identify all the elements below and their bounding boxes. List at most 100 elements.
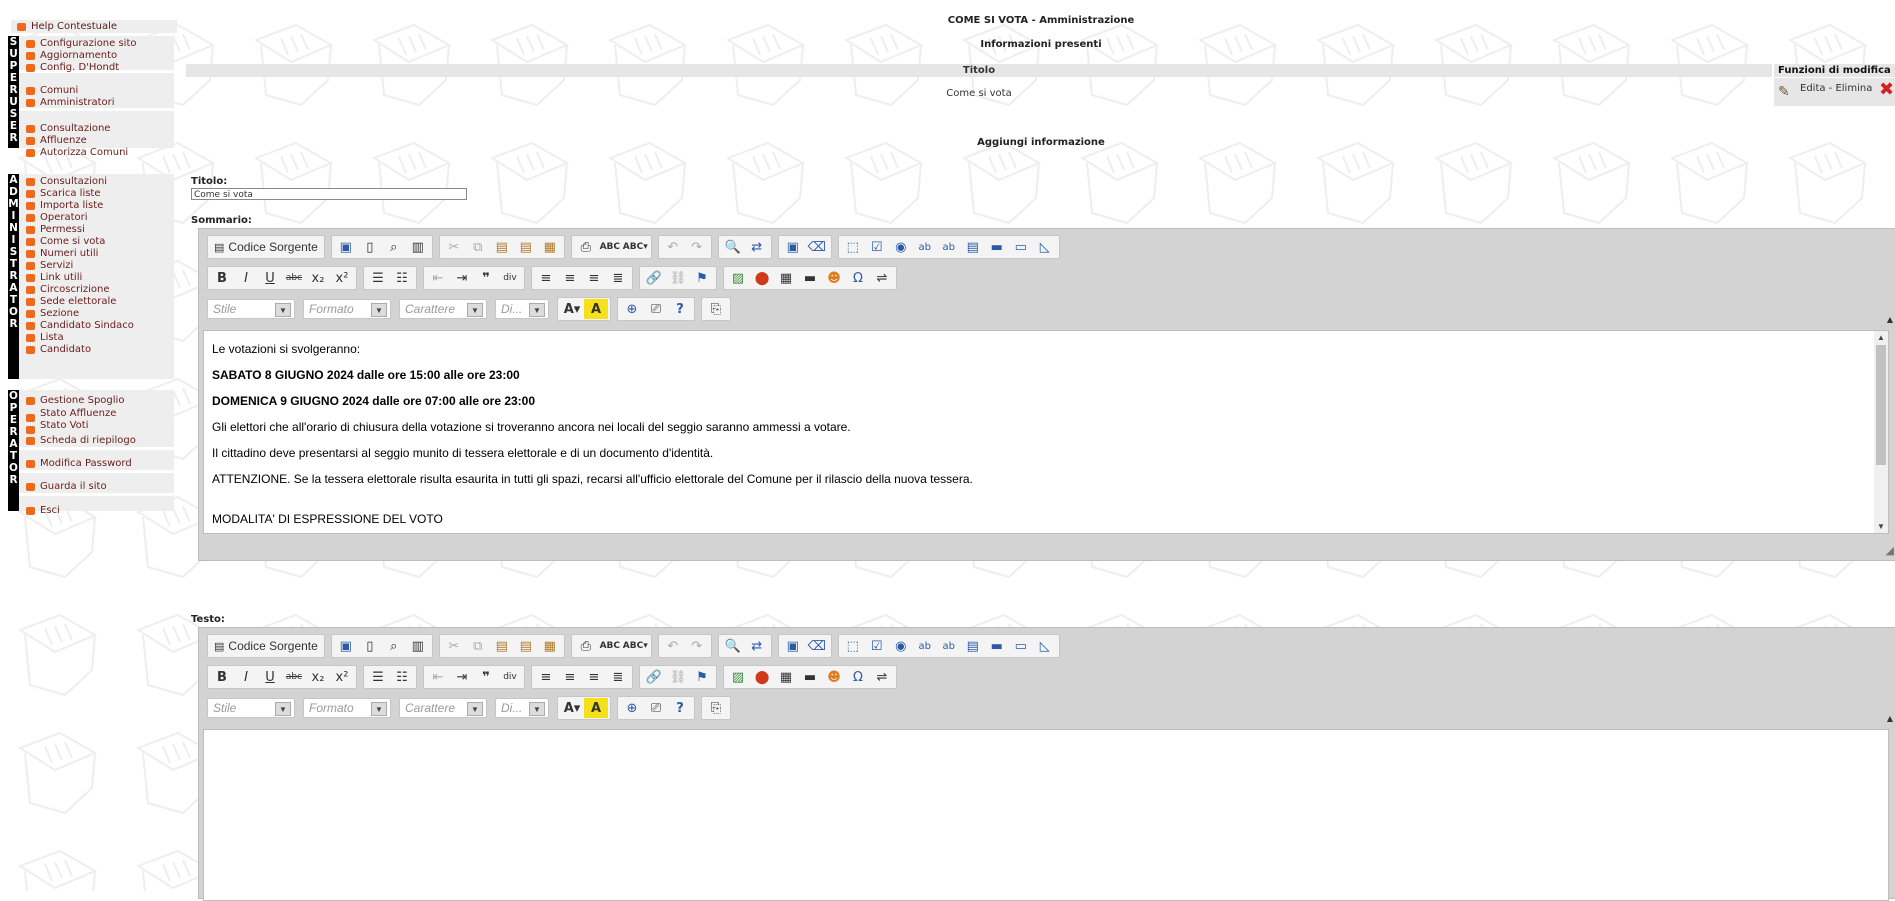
image-icon[interactable]: ▨ xyxy=(726,268,750,288)
sidebar-item-candidato[interactable]: Candidato xyxy=(26,344,91,356)
bg-color-icon[interactable]: A xyxy=(584,299,608,319)
sidebar-item-lista[interactable]: Lista xyxy=(26,332,64,344)
unlink-icon[interactable]: ⛓ xyxy=(666,667,690,687)
show-blocks-icon[interactable]: ⎚ xyxy=(644,299,668,319)
print-icon[interactable]: ⎙ xyxy=(574,636,598,656)
checkbox-icon[interactable]: ☑ xyxy=(865,237,889,257)
align-left-icon[interactable]: ≡ xyxy=(534,268,558,288)
select-all-icon[interactable]: ▣ xyxy=(781,237,805,257)
paste-icon[interactable]: ▤ xyxy=(490,636,514,656)
radio-icon[interactable]: ◉ xyxy=(889,636,913,656)
size-combo[interactable]: Di... ▼ xyxy=(495,299,549,319)
sidebar-item-config-dhondt[interactable]: Config. D'Hondt xyxy=(26,62,119,74)
new-page-icon[interactable]: ▯ xyxy=(358,636,382,656)
radio-icon[interactable]: ◉ xyxy=(889,237,913,257)
indent-icon[interactable]: ⇥ xyxy=(450,667,474,687)
style-combo[interactable]: Stile ▼ xyxy=(207,299,295,319)
sidebar-item-esci[interactable]: Esci xyxy=(26,505,60,517)
link-icon[interactable]: 🔗 xyxy=(642,268,666,288)
align-right-icon[interactable]: ≡ xyxy=(582,268,606,288)
outdent-icon[interactable]: ⇤ xyxy=(426,667,450,687)
image-button-icon[interactable]: ▭ xyxy=(1009,237,1033,257)
hidden-field-icon[interactable]: ◺ xyxy=(1033,636,1057,656)
blockquote-icon[interactable]: ❞ xyxy=(474,667,498,687)
sidebar-item-gestione-spoglio[interactable]: Gestione Spoglio xyxy=(26,395,124,407)
size-combo[interactable]: Di... ▼ xyxy=(495,698,549,718)
sidebar-item-link-utili[interactable]: Link utili xyxy=(26,272,82,284)
align-center-icon[interactable]: ≡ xyxy=(558,268,582,288)
horizontal-rule-icon[interactable]: ▬ xyxy=(798,667,822,687)
div-icon[interactable]: div xyxy=(498,667,522,687)
bg-color-icon[interactable]: A xyxy=(584,698,608,718)
preview-icon[interactable]: ⌕ xyxy=(382,237,406,257)
paste-icon[interactable]: ▤ xyxy=(490,237,514,257)
toolbar-collapse-icon[interactable]: ▲ xyxy=(1887,315,1893,324)
edit-delete-link[interactable]: Edita - Elimina xyxy=(1800,83,1872,94)
numbered-list-icon[interactable]: ☰ xyxy=(366,268,390,288)
sidebar-item-guarda-il-sito[interactable]: Guarda il sito xyxy=(26,481,107,493)
remove-format-icon[interactable]: ⌫ xyxy=(805,237,829,257)
unlink-icon[interactable]: ⛓ xyxy=(666,268,690,288)
flash-icon[interactable]: ⬤ xyxy=(750,268,774,288)
sidebar-item-operatori[interactable]: Operatori xyxy=(26,212,88,224)
redo-icon[interactable]: ↷ xyxy=(685,636,709,656)
horizontal-rule-icon[interactable]: ▬ xyxy=(798,268,822,288)
save-icon[interactable]: ▣ xyxy=(334,636,358,656)
button-icon[interactable]: ▬ xyxy=(985,636,1009,656)
resize-handle-icon[interactable]: ◢ xyxy=(1886,544,1894,557)
select-field-icon[interactable]: ▤ xyxy=(961,237,985,257)
save-icon[interactable]: ▣ xyxy=(334,237,358,257)
about-icon[interactable]: ? xyxy=(668,299,692,319)
sidebar-item-amministratori[interactable]: Amministratori xyxy=(26,97,115,109)
sidebar-item-configurazione-sito[interactable]: Configurazione sito xyxy=(26,38,137,50)
editor-scrollbar[interactable]: ▲ ▼ xyxy=(1874,331,1888,533)
textfield-icon[interactable]: ab xyxy=(913,636,937,656)
scayt-icon[interactable]: ABC▾ xyxy=(622,237,649,257)
paste-word-icon[interactable]: ▦ xyxy=(538,636,562,656)
sidebar-item-circoscrizione[interactable]: Circoscrizione xyxy=(26,284,110,296)
templates-icon[interactable]: ▥ xyxy=(406,237,430,257)
sidebar-item-scheda-riepilogo[interactable]: Scheda di riepilogo xyxy=(26,435,136,447)
sidebar-help-link[interactable]: Help Contestuale xyxy=(11,20,177,33)
subscript-button[interactable]: x₂ xyxy=(306,268,330,288)
title-input[interactable]: Come si vota xyxy=(191,188,467,200)
sidebar-item-servizi[interactable]: Servizi xyxy=(26,260,73,272)
copy-icon[interactable]: ⧉ xyxy=(466,237,490,257)
checkbox-icon[interactable]: ☑ xyxy=(865,636,889,656)
summary-editor-content[interactable]: Le votazioni si svolgeranno: SABATO 8 GI… xyxy=(203,330,1889,534)
remove-format-icon[interactable]: ⌫ xyxy=(805,636,829,656)
spellcheck-icon[interactable]: ABC xyxy=(598,636,622,656)
sidebar-item-stato-affluenze[interactable]: Stato Affluenze xyxy=(26,408,116,422)
select-field-icon[interactable]: ▤ xyxy=(961,636,985,656)
text-color-icon[interactable]: A▾ xyxy=(560,698,584,718)
source-code-button[interactable]: ▤ Codice Sorgente xyxy=(210,237,322,257)
cut-icon[interactable]: ✂ xyxy=(442,636,466,656)
align-left-icon[interactable]: ≡ xyxy=(534,667,558,687)
spellcheck-icon[interactable]: ABC xyxy=(598,237,622,257)
italic-button[interactable]: I xyxy=(234,268,258,288)
special-char-icon[interactable]: Ω xyxy=(846,667,870,687)
print-icon[interactable]: ⎙ xyxy=(574,237,598,257)
sidebar-item-consultazioni[interactable]: Consultazioni xyxy=(26,176,107,188)
edit-pencil-icon[interactable]: ✎ xyxy=(1778,84,1790,100)
div-icon[interactable]: div xyxy=(498,268,522,288)
sidebar-item-scarica-liste[interactable]: Scarica liste xyxy=(26,188,101,200)
scroll-down-icon[interactable]: ▼ xyxy=(1877,522,1885,531)
new-page-icon[interactable]: ▯ xyxy=(358,237,382,257)
find-icon[interactable]: 🔍 xyxy=(721,636,745,656)
maximize-icon[interactable]: ⊕ xyxy=(620,698,644,718)
toolbar-extra-icon[interactable]: ⎘ xyxy=(704,299,728,319)
style-combo[interactable]: Stile ▼ xyxy=(207,698,295,718)
format-combo[interactable]: Formato ▼ xyxy=(303,299,391,319)
italic-button[interactable]: I xyxy=(234,667,258,687)
paste-word-icon[interactable]: ▦ xyxy=(538,237,562,257)
sidebar-item-comuni[interactable]: Comuni xyxy=(26,85,78,97)
cut-icon[interactable]: ✂ xyxy=(442,237,466,257)
sidebar-item-permessi[interactable]: Permessi xyxy=(26,224,85,236)
page-break-icon[interactable]: ⇌ xyxy=(870,667,894,687)
subscript-button[interactable]: x₂ xyxy=(306,667,330,687)
text-editor-content[interactable] xyxy=(203,729,1889,901)
replace-icon[interactable]: ⇄ xyxy=(745,237,769,257)
scayt-icon[interactable]: ABC▾ xyxy=(622,636,649,656)
table-icon[interactable]: ▦ xyxy=(774,667,798,687)
